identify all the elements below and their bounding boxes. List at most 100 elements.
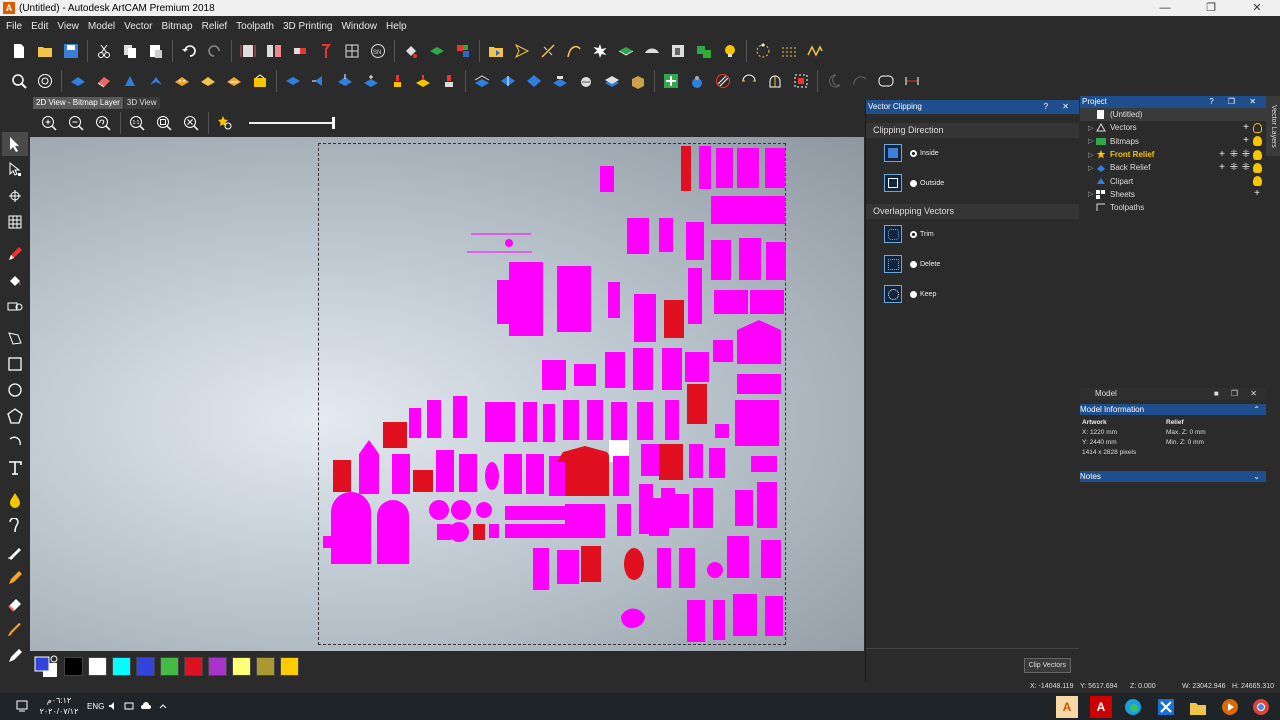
tree-item-clipart[interactable]: Clipart bbox=[1080, 174, 1266, 187]
color-swatch-purple[interactable] bbox=[208, 656, 227, 676]
grid-button[interactable] bbox=[341, 40, 363, 62]
menu-edit[interactable]: Edit bbox=[31, 21, 48, 32]
relief-drop-button[interactable] bbox=[686, 70, 708, 92]
delete-radio[interactable] bbox=[910, 260, 917, 268]
relief-fill-button[interactable] bbox=[412, 70, 434, 92]
relief-add-button[interactable] bbox=[67, 70, 89, 92]
pencil-tool-button[interactable] bbox=[2, 242, 28, 266]
zoom-out-button[interactable] bbox=[65, 112, 87, 134]
relief-options-icon[interactable]: ⁜ bbox=[1241, 149, 1251, 160]
edge-browser-icon[interactable] bbox=[1122, 696, 1144, 718]
relief-mirror-button[interactable] bbox=[386, 70, 408, 92]
relief-grid-icon[interactable]: ⁜ bbox=[1229, 149, 1239, 160]
relief-subtract-button[interactable] bbox=[93, 70, 115, 92]
relief-options-icon[interactable]: ⁜ bbox=[1241, 162, 1251, 173]
relief-stamp-button[interactable] bbox=[438, 70, 460, 92]
zoom-previous-button[interactable] bbox=[92, 112, 114, 134]
rectangle-tool-button[interactable] bbox=[2, 352, 28, 376]
relief-move-button[interactable] bbox=[308, 70, 330, 92]
visibility-bulb-icon[interactable] bbox=[1253, 136, 1262, 147]
tree-item-vectors[interactable]: ▷ Vectors + bbox=[1080, 121, 1266, 134]
color-swatch-cyan[interactable] bbox=[112, 656, 131, 676]
color-swatch-olive[interactable] bbox=[256, 656, 275, 676]
bitmap-to-vector-button[interactable] bbox=[400, 40, 422, 62]
tree-item-toolpaths[interactable]: Toolpaths bbox=[1080, 201, 1266, 214]
pen-tool-button[interactable] bbox=[2, 644, 28, 668]
add-relief-button[interactable] bbox=[660, 70, 682, 92]
relief-split-button[interactable] bbox=[497, 70, 519, 92]
polygon-tool-button[interactable] bbox=[2, 404, 28, 428]
droplet-tool-button[interactable] bbox=[2, 488, 28, 512]
vector-texture-relief-button[interactable] bbox=[712, 70, 734, 92]
model-controls[interactable]: ■ ❐ ✕ bbox=[1214, 388, 1262, 400]
add-bitmap-layer-icon[interactable]: + bbox=[1241, 136, 1251, 146]
visibility-bulb-icon[interactable] bbox=[1253, 122, 1262, 133]
visibility-bulb-icon[interactable] bbox=[1253, 149, 1262, 160]
keep-option[interactable]: Keep bbox=[866, 279, 1079, 309]
relief-shape-button[interactable] bbox=[641, 40, 663, 62]
layout-button[interactable] bbox=[667, 40, 689, 62]
add-relief-layer-icon[interactable]: + bbox=[1217, 149, 1227, 160]
relief-offset-button[interactable] bbox=[249, 70, 271, 92]
speaker-icon[interactable] bbox=[108, 701, 118, 711]
zoom-window-button[interactable] bbox=[153, 112, 175, 134]
undo-button[interactable] bbox=[178, 40, 200, 62]
transform-tool-button[interactable] bbox=[2, 184, 28, 208]
add-relief-layer-icon[interactable]: + bbox=[1217, 162, 1227, 173]
menu-file[interactable]: File bbox=[6, 21, 22, 32]
relief-invert-button[interactable] bbox=[523, 70, 545, 92]
material-sheet[interactable] bbox=[318, 143, 786, 645]
chevron-up-icon[interactable] bbox=[158, 701, 168, 711]
inside-option[interactable]: Inside bbox=[866, 138, 1079, 168]
model-information-header[interactable]: Model Information ⌃ bbox=[1080, 404, 1266, 415]
zoom-1to1-button[interactable]: 1:1 bbox=[126, 112, 148, 134]
color-swatch-red[interactable] bbox=[184, 656, 203, 676]
relief-close-button[interactable] bbox=[601, 70, 623, 92]
save-button[interactable] bbox=[60, 40, 82, 62]
bulb-button[interactable] bbox=[719, 40, 741, 62]
dome-shape-button[interactable] bbox=[764, 70, 786, 92]
bake-relief-button[interactable] bbox=[575, 70, 597, 92]
file-explorer-icon[interactable] bbox=[1187, 696, 1209, 718]
expand-arrow-icon[interactable]: ▷ bbox=[1088, 164, 1096, 172]
relief-sculpt-button[interactable] bbox=[197, 70, 219, 92]
foreground-color-swatch[interactable] bbox=[34, 656, 50, 672]
delete-option[interactable]: Delete bbox=[866, 249, 1079, 279]
relief-texture-button[interactable] bbox=[171, 70, 193, 92]
color-swatch-black[interactable] bbox=[64, 656, 83, 676]
tab-2d-view[interactable]: 2D View - Bitmap Layer bbox=[33, 97, 123, 109]
shape-editor-button[interactable] bbox=[738, 70, 760, 92]
bitmap-fade-slider[interactable] bbox=[249, 117, 335, 129]
bitmap-visibility-button[interactable] bbox=[214, 112, 236, 134]
zoom-in-button[interactable] bbox=[38, 112, 60, 134]
vector-fill-button[interactable] bbox=[615, 40, 637, 62]
chevron-down-icon[interactable]: ⌄ bbox=[1253, 471, 1260, 482]
bitmap-colors-button[interactable] bbox=[452, 40, 474, 62]
media-player-icon[interactable] bbox=[1219, 696, 1241, 718]
menu-toolpath[interactable]: Toolpath bbox=[236, 21, 274, 32]
node-edit-button[interactable] bbox=[752, 40, 774, 62]
tree-item-front-relief[interactable]: ▷ Front Relief + ⁜ ⁜ bbox=[1080, 148, 1266, 161]
network-icon[interactable] bbox=[124, 701, 134, 711]
outside-radio[interactable] bbox=[910, 179, 917, 187]
circle-tool-button[interactable] bbox=[2, 378, 28, 402]
relief-grid-icon[interactable]: ⁜ bbox=[1229, 162, 1239, 173]
close-button[interactable]: ✕ bbox=[1234, 0, 1280, 16]
measure-button[interactable] bbox=[901, 70, 923, 92]
vector-layers-side-tab[interactable]: Vector Layers bbox=[1266, 96, 1280, 156]
vector-artwork[interactable] bbox=[319, 144, 787, 646]
trim-option[interactable]: Trim bbox=[866, 219, 1079, 249]
tree-item-sheets[interactable]: ▷ Sheets + bbox=[1080, 188, 1266, 201]
redo-button[interactable] bbox=[204, 40, 226, 62]
arc-draw-tool-button[interactable] bbox=[2, 430, 28, 454]
smudge-tool-button[interactable] bbox=[2, 540, 28, 564]
menu-relief[interactable]: Relief bbox=[202, 21, 228, 32]
polyline-tool-button[interactable] bbox=[2, 326, 28, 350]
paste-button[interactable] bbox=[145, 40, 167, 62]
mirror-vectors-button[interactable] bbox=[537, 40, 559, 62]
clip-vectors-button[interactable]: Clip Vectors bbox=[1023, 658, 1071, 673]
color-swatch-green[interactable] bbox=[160, 656, 179, 676]
cut-button[interactable] bbox=[93, 40, 115, 62]
menu-window[interactable]: Window bbox=[341, 21, 377, 32]
visibility-bulb-icon[interactable] bbox=[1253, 176, 1262, 187]
